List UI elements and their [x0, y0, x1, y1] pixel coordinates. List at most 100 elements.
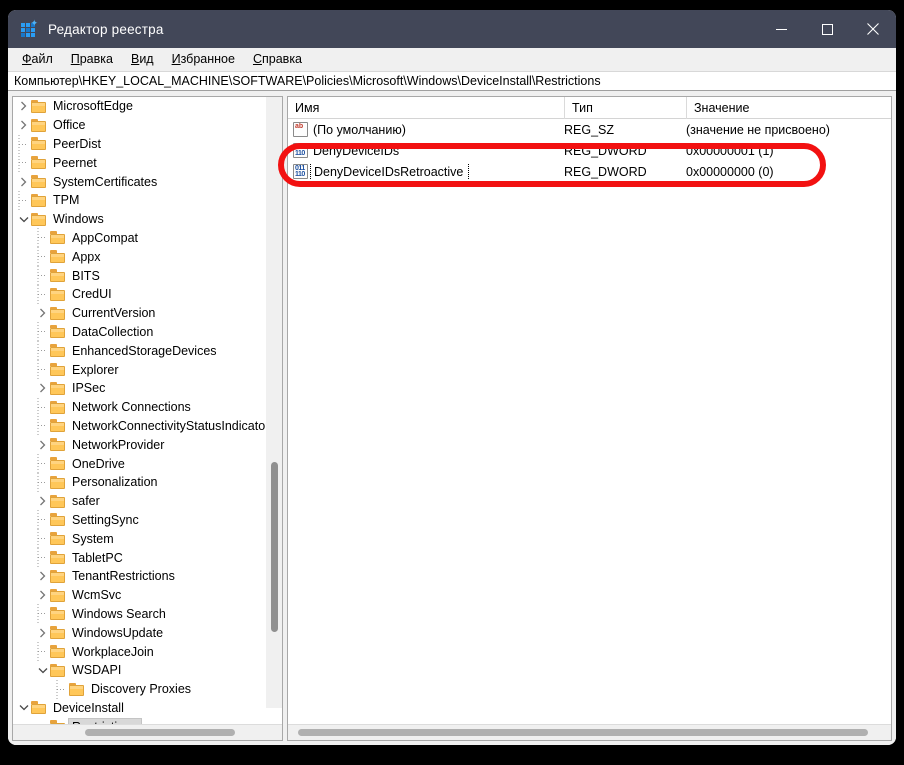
- tree-horizontal-scrollbar[interactable]: [13, 724, 282, 740]
- chevron-right-icon[interactable]: [35, 590, 50, 600]
- chevron-right-icon[interactable]: [35, 383, 50, 393]
- tree-node[interactable]: WSDAPI: [13, 661, 282, 680]
- tree-node[interactable]: NetworkConnectivityStatusIndicator: [13, 416, 282, 436]
- tree-node[interactable]: Peernet: [13, 153, 282, 173]
- tree-node[interactable]: NetworkProvider: [13, 435, 282, 454]
- tree-node[interactable]: PeerDist: [13, 134, 282, 154]
- folder-icon: [31, 99, 48, 113]
- tree-node[interactable]: Explorer: [13, 360, 282, 380]
- folder-icon: [50, 607, 67, 621]
- tree-node[interactable]: Windows: [13, 210, 282, 229]
- tree-node-label: Windows Search: [72, 606, 166, 621]
- chevron-down-icon[interactable]: [35, 667, 50, 674]
- maximize-button[interactable]: [804, 10, 850, 48]
- chevron-down-icon[interactable]: [16, 216, 31, 223]
- values-horizontal-scroll-thumb[interactable]: [298, 729, 868, 736]
- menu-item-file[interactable]: Файл: [22, 48, 53, 71]
- tree-node[interactable]: DeviceInstall: [13, 699, 282, 718]
- tree-node[interactable]: BITS: [13, 266, 282, 286]
- address-bar[interactable]: Компьютер\HKEY_LOCAL_MACHINE\SOFTWARE\Po…: [8, 71, 896, 91]
- tree-node[interactable]: CurrentVersion: [13, 304, 282, 323]
- tree-node[interactable]: AppCompat: [13, 228, 282, 248]
- tree-vertical-scroll-thumb[interactable]: [271, 462, 278, 632]
- values-cell-name: 011 110 DenyDeviceIDsRetroactive: [288, 163, 564, 180]
- tree-node[interactable]: safer: [13, 492, 282, 511]
- values-horizontal-scrollbar[interactable]: [288, 724, 891, 740]
- tree-horizontal-scroll-thumb[interactable]: [85, 729, 235, 736]
- tree-node[interactable]: Appx: [13, 247, 282, 267]
- tree-leaf-spacer: [54, 679, 69, 699]
- column-header-type[interactable]: Тип: [564, 97, 686, 119]
- column-header-name[interactable]: Имя: [288, 97, 564, 119]
- tree-node[interactable]: SettingSync: [13, 510, 282, 530]
- chevron-right-icon[interactable]: [16, 177, 31, 187]
- chevron-right-icon[interactable]: [35, 628, 50, 638]
- values-row[interactable]: 011 110 DenyDeviceIDs REG_DWORD 0x00000001 (…: [288, 140, 891, 161]
- folder-icon: [31, 212, 48, 226]
- values-cell-value: 0x00000000 (0): [686, 164, 774, 179]
- folder-icon: [50, 419, 67, 433]
- chevron-down-icon[interactable]: [16, 704, 31, 711]
- tree-node[interactable]: WindowsUpdate: [13, 623, 282, 642]
- chevron-right-icon[interactable]: [16, 101, 31, 111]
- tree-node[interactable]: MicrosoftEdge: [13, 97, 282, 116]
- folder-icon: [50, 532, 67, 546]
- chevron-right-icon[interactable]: [16, 120, 31, 130]
- column-header-value[interactable]: Значение: [686, 97, 891, 119]
- tree-node[interactable]: IPSec: [13, 379, 282, 398]
- close-button[interactable]: [850, 10, 896, 48]
- folder-icon: [31, 137, 48, 151]
- tree-node[interactable]: CredUI: [13, 284, 282, 304]
- tree-leaf-spacer: [16, 190, 31, 210]
- tree-node-selected[interactable]: Restrictions: [13, 717, 282, 724]
- tree-viewport[interactable]: MicrosoftEdge Office PeerDist Peernet System…: [13, 97, 282, 724]
- tree-node[interactable]: Office: [13, 116, 282, 135]
- sparkle-icon: ✦: [30, 18, 38, 28]
- chevron-right-icon[interactable]: [35, 571, 50, 581]
- tree-node[interactable]: WorkplaceJoin: [13, 642, 282, 662]
- folder-icon: [50, 645, 67, 658]
- folder-icon: [31, 175, 48, 189]
- tree-node-label: NetworkConnectivityStatusIndicator: [72, 418, 270, 433]
- values-list[interactable]: ab (По умолчанию) REG_SZ (значение не присв…: [288, 119, 891, 724]
- menu-item-edit[interactable]: Правка: [71, 48, 113, 71]
- tree-vertical-scrollbar[interactable]: [266, 97, 282, 708]
- chevron-right-icon[interactable]: [35, 496, 50, 506]
- tree-node[interactable]: TabletPC: [13, 548, 282, 568]
- values-cell-value: (значение не присвоено): [686, 122, 830, 137]
- chevron-right-icon[interactable]: [35, 440, 50, 450]
- registry-key-tree-pane: MicrosoftEdge Office PeerDist Peernet System…: [12, 96, 283, 741]
- content-area: MicrosoftEdge Office PeerDist Peernet System…: [8, 92, 896, 745]
- minimize-button[interactable]: [758, 10, 804, 48]
- menu-item-favorites[interactable]: Избранное: [172, 48, 235, 71]
- registry-values-pane: Имя Тип Значение ab (По умолчанию) REG_SZ (…: [287, 96, 892, 741]
- tree-node[interactable]: OneDrive: [13, 454, 282, 474]
- tree-node[interactable]: WcmSvc: [13, 586, 282, 605]
- registry-path: Компьютер\HKEY_LOCAL_MACHINE\SOFTWARE\Po…: [14, 74, 601, 88]
- tree-node-label: WcmSvc: [72, 588, 122, 603]
- values-row[interactable]: ab (По умолчанию) REG_SZ (значение не присв…: [288, 119, 891, 140]
- tree-node[interactable]: Personalization: [13, 472, 282, 492]
- tree-node-label: OneDrive: [72, 456, 125, 471]
- tree-node[interactable]: EnhancedStorageDevices: [13, 341, 282, 361]
- tree-node[interactable]: Network Connections: [13, 397, 282, 417]
- tree-node[interactable]: DataCollection: [13, 322, 282, 342]
- tree-node[interactable]: System: [13, 529, 282, 549]
- tree-node-label: Windows: [53, 212, 104, 227]
- menu-item-view[interactable]: Вид: [131, 48, 154, 71]
- chevron-right-icon[interactable]: [35, 308, 50, 318]
- menu-item-help[interactable]: Справка: [253, 48, 302, 71]
- tree-node[interactable]: Discovery Proxies: [13, 679, 282, 699]
- tree-leaf-spacer: [16, 134, 31, 154]
- tree-node[interactable]: Windows Search: [13, 604, 282, 624]
- tree-node[interactable]: SystemCertificates: [13, 172, 282, 191]
- tree-node[interactable]: TenantRestrictions: [13, 567, 282, 586]
- folder-icon: [50, 569, 67, 583]
- tree-node-label: Explorer: [72, 362, 119, 377]
- tree-node[interactable]: TPM: [13, 190, 282, 210]
- tree-leaf-spacer: [35, 397, 50, 417]
- values-row[interactable]: 011 110 DenyDeviceIDsRetroactive REG_DWORD 0…: [288, 161, 891, 182]
- menu-accesskey: В: [130, 52, 140, 66]
- tree-node-label: Peernet: [53, 155, 97, 170]
- tree-node-label: PeerDist: [53, 136, 101, 151]
